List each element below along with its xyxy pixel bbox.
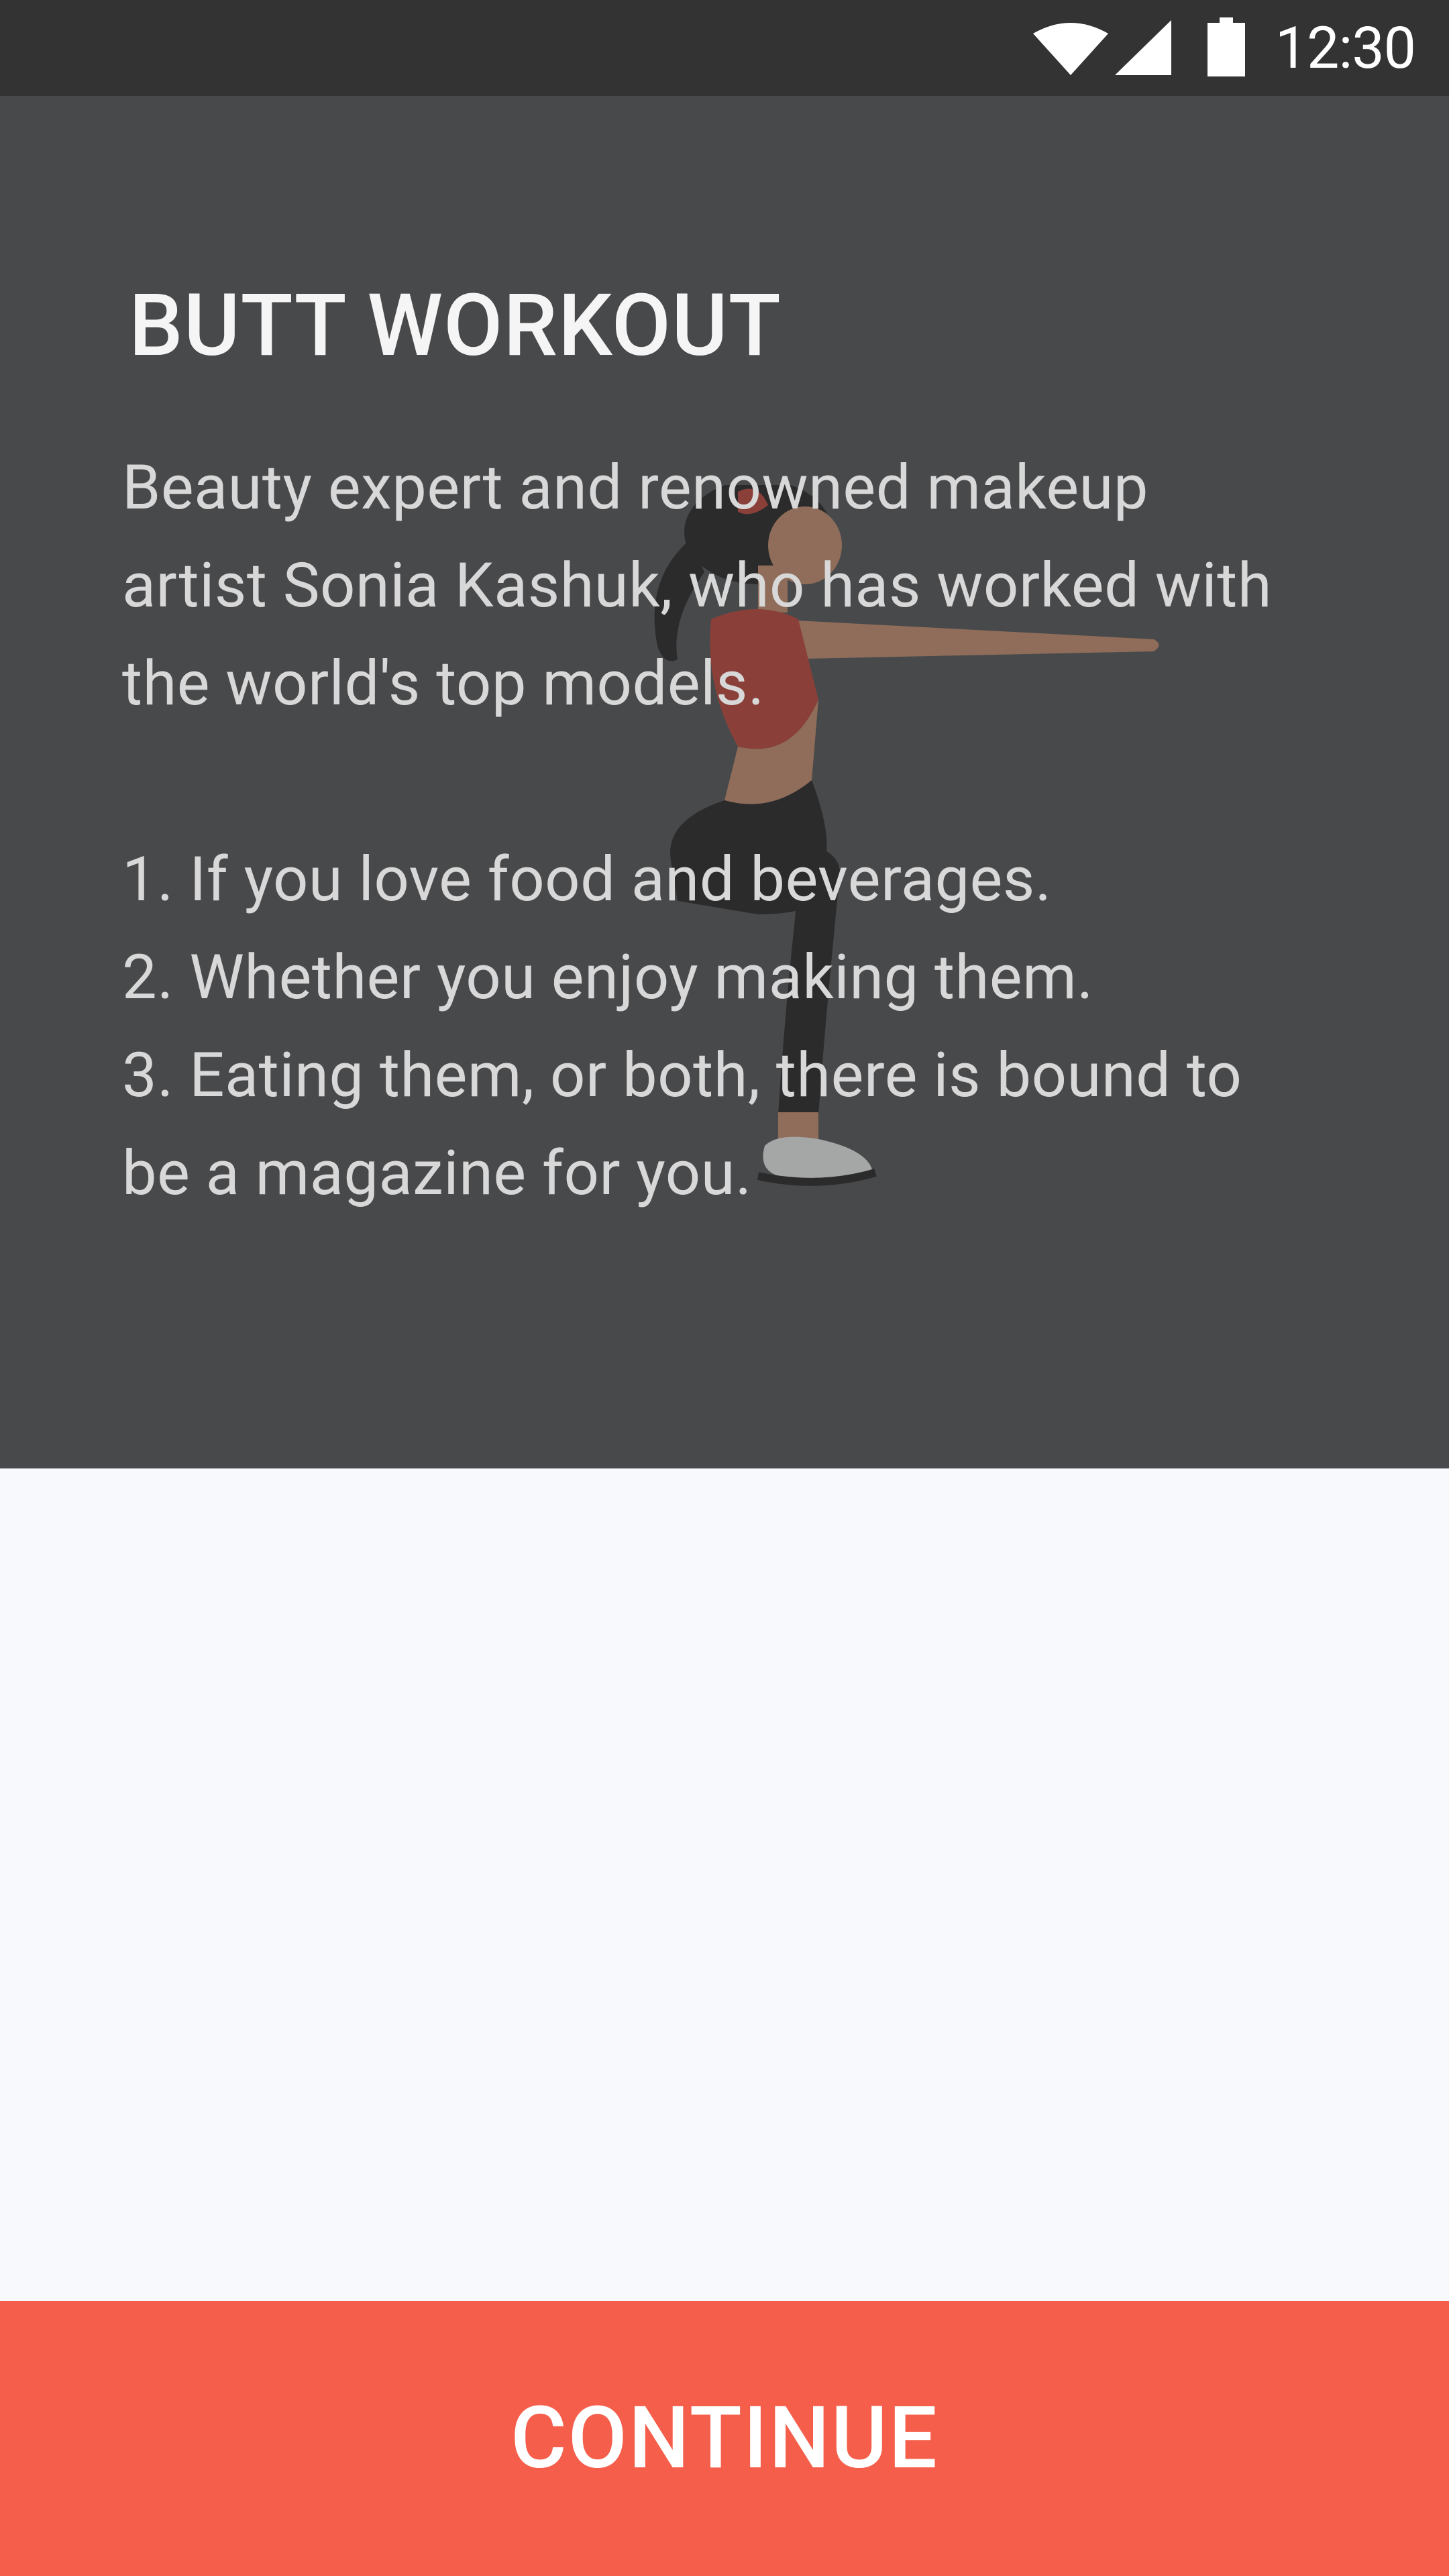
cellular-signal-icon bbox=[1115, 20, 1171, 75]
continue-button[interactable]: CONTINUE bbox=[0, 2301, 1449, 2576]
description-line: Beauty expert and renowned makeup bbox=[122, 452, 1149, 524]
list-item: 2. Whether you enjoy making them. bbox=[122, 942, 1094, 1014]
status-bar: 12:30 bbox=[0, 0, 1449, 96]
list-item: 3. Eating them, or both, there is bound … bbox=[122, 1040, 1242, 1112]
continue-label: CONTINUE bbox=[511, 2388, 938, 2489]
battery-icon bbox=[1208, 17, 1245, 76]
workout-intro-card: BUTT WORKOUT Beauty expert and renowned … bbox=[0, 96, 1449, 1468]
workout-description: Beauty expert and renowned makeup artist… bbox=[122, 439, 1383, 1223]
wifi-icon bbox=[1033, 23, 1108, 75]
description-line: the world's top models. bbox=[122, 648, 765, 720]
list-item: 1. If you love food and beverages. bbox=[122, 844, 1052, 916]
workout-title: BUTT WORKOUT bbox=[129, 276, 782, 376]
status-time: 12:30 bbox=[1275, 14, 1416, 82]
list-item: be a magazine for you. bbox=[122, 1138, 752, 1210]
description-line: artist Sonia Kashuk, who has worked with bbox=[122, 550, 1273, 622]
